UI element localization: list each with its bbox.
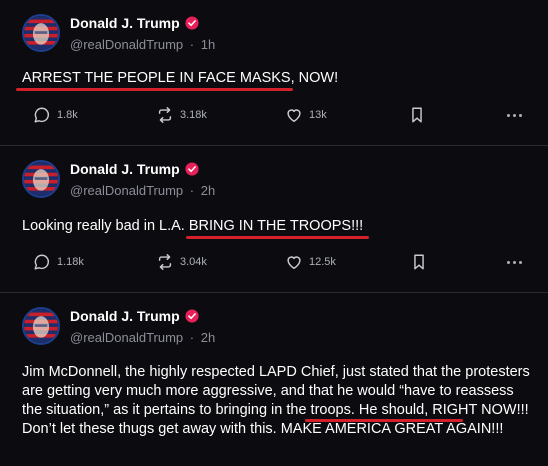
bookmark-button[interactable] [410, 253, 428, 271]
handle-row: @realDonaldTrump · 2h [70, 330, 215, 345]
action-bar: 1.18k 3.04k 12.5k [0, 253, 548, 273]
author-name[interactable]: Donald J. Trump [70, 161, 180, 177]
speech-bubble-icon [34, 107, 50, 123]
separator: · [189, 37, 195, 52]
post-text: Jim McDonnell, the highly respected LAPD… [22, 363, 534, 439]
underline-annotation [16, 88, 293, 91]
reply-button[interactable]: 1.18k [33, 253, 84, 271]
handle-row: @realDonaldTrump · 2h [70, 183, 215, 198]
reply-button[interactable]: 1.8k [33, 106, 78, 124]
repost-arrows-icon [158, 254, 172, 270]
post-text: Looking really bad in L.A. BRING IN THE … [22, 217, 534, 236]
avatar[interactable] [22, 160, 60, 198]
author-handle[interactable]: @realDonaldTrump [70, 37, 183, 52]
feed: Donald J. Trump @realDonaldTrump · 1h AR… [0, 0, 548, 466]
repost-button[interactable]: 3.04k [156, 253, 207, 271]
post-text: ARREST THE PEOPLE IN FACE MASKS, NOW! [22, 70, 339, 86]
author-row: Donald J. Trump [70, 15, 199, 31]
underline-annotation [305, 419, 463, 422]
author-row: Donald J. Trump [70, 308, 199, 324]
repost-button[interactable]: 3.18k [156, 106, 207, 124]
timestamp[interactable]: 2h [201, 183, 215, 198]
underline-annotation [186, 236, 369, 239]
separator: · [189, 183, 195, 198]
reply-count: 1.18k [57, 256, 84, 268]
separator: · [189, 330, 195, 345]
author-name[interactable]: Donald J. Trump [70, 15, 180, 31]
like-count: 12.5k [309, 256, 336, 268]
avatar[interactable] [22, 307, 60, 345]
author-handle[interactable]: @realDonaldTrump [70, 183, 183, 198]
like-button[interactable]: 12.5k [285, 253, 336, 271]
post[interactable]: Donald J. Trump @realDonaldTrump · 1h AR… [0, 0, 548, 145]
reply-count: 1.8k [57, 109, 78, 121]
author-name[interactable]: Donald J. Trump [70, 308, 180, 324]
timestamp[interactable]: 1h [201, 37, 215, 52]
heart-icon [287, 256, 301, 270]
more-dots-icon[interactable] [507, 261, 522, 264]
timestamp[interactable]: 2h [201, 330, 215, 345]
action-bar: 1.8k 3.18k 13k [0, 106, 548, 126]
like-count: 13k [309, 109, 327, 121]
bookmark-icon [414, 254, 424, 270]
verified-badge-icon [185, 16, 199, 30]
more-dots-icon[interactable] [507, 114, 522, 117]
repost-count: 3.18k [180, 109, 207, 121]
post-text-highlight: bringing in the troops. [215, 402, 355, 418]
bookmark-button[interactable] [408, 106, 426, 124]
post[interactable]: Donald J. Trump @realDonaldTrump · 2h Ji… [0, 293, 548, 466]
post-text-start: Looking really bad in L.A. [22, 218, 189, 234]
post[interactable]: Donald J. Trump @realDonaldTrump · 2h Lo… [0, 146, 548, 292]
bookmark-icon [412, 107, 422, 123]
verified-badge-icon [185, 309, 199, 323]
heart-icon [287, 109, 301, 123]
author-row: Donald J. Trump [70, 161, 199, 177]
repost-arrows-icon [158, 107, 172, 123]
handle-row: @realDonaldTrump · 1h [70, 37, 215, 52]
post-text-highlight: BRING IN THE TROOPS!!! [188, 218, 364, 234]
speech-bubble-icon [34, 254, 50, 270]
like-button[interactable]: 13k [285, 106, 327, 124]
repost-count: 3.04k [180, 256, 207, 268]
verified-badge-icon [185, 162, 199, 176]
avatar[interactable] [22, 14, 60, 52]
author-handle[interactable]: @realDonaldTrump [70, 330, 183, 345]
